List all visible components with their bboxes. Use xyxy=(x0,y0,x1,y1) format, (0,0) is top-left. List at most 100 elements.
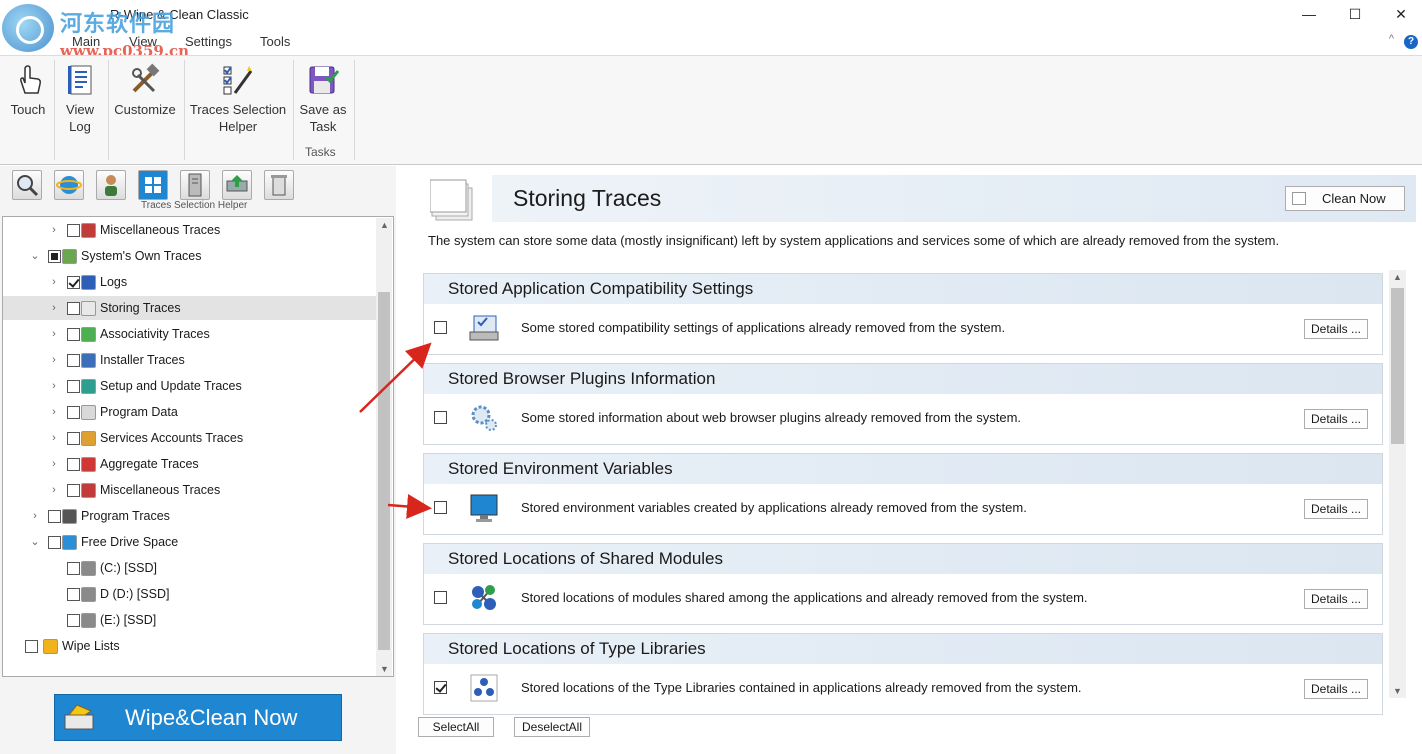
help-icon[interactable]: ? xyxy=(1404,35,1418,49)
expand-chevron-icon[interactable]: › xyxy=(48,296,60,320)
tree-node-label: Installer Traces xyxy=(100,353,185,367)
tree-node-icon xyxy=(81,431,96,446)
tree-checkbox[interactable] xyxy=(67,354,80,367)
tree-node[interactable]: › Program Data xyxy=(3,400,373,424)
traces-helper-button[interactable]: Traces Selection Helper xyxy=(189,60,287,135)
windows-icon[interactable] xyxy=(138,170,168,200)
tree-node-label: Wipe Lists xyxy=(62,639,120,653)
wipe-clean-now-button[interactable]: Wipe&Clean Now xyxy=(54,694,342,741)
tree-checkbox[interactable] xyxy=(67,484,80,497)
tree-checkbox[interactable] xyxy=(67,432,80,445)
tree-node[interactable]: › Miscellaneous Traces xyxy=(3,218,373,242)
maximize-button[interactable]: ☐ xyxy=(1332,0,1378,28)
menu-settings[interactable]: Settings xyxy=(185,34,232,49)
collapse-chevron-icon[interactable]: ⌄ xyxy=(29,530,41,554)
select-all-button[interactable]: SelectAll xyxy=(418,717,494,737)
recycle-icon[interactable] xyxy=(264,170,294,200)
tree-node[interactable]: › Program Traces xyxy=(3,504,373,528)
group-title: Stored Locations of Shared Modules xyxy=(424,544,1382,574)
clean-now-button[interactable]: Clean Now xyxy=(1285,186,1405,211)
tree-node[interactable]: › Associativity Traces xyxy=(3,322,373,346)
tree-checkbox[interactable] xyxy=(67,302,80,315)
tree-checkbox[interactable] xyxy=(67,614,80,627)
expand-chevron-icon[interactable]: › xyxy=(48,452,60,476)
group-checkbox[interactable] xyxy=(434,681,447,694)
customize-label: Customize xyxy=(114,102,176,117)
drive-icon[interactable] xyxy=(222,170,252,200)
tree-checkbox[interactable] xyxy=(67,380,80,393)
traces-helper-caption: Traces Selection Helper xyxy=(141,200,248,211)
tree-node[interactable]: › Setup and Update Traces xyxy=(3,374,373,398)
details-button[interactable]: Details ... xyxy=(1304,409,1368,429)
tree-node-icon xyxy=(81,353,96,368)
close-button[interactable]: ✕ xyxy=(1378,0,1422,28)
tree-node[interactable]: (C:) [SSD] xyxy=(3,556,373,580)
tree-node-label: Services Accounts Traces xyxy=(100,431,244,445)
tree-checkbox[interactable] xyxy=(67,562,80,575)
tree-checkbox[interactable] xyxy=(67,328,80,341)
tree-node-icon xyxy=(81,457,96,472)
tree-node[interactable]: D (D:) [SSD] xyxy=(3,582,373,606)
tree-node-label: (E:) [SSD] xyxy=(100,613,157,627)
search-traces-icon[interactable] xyxy=(12,170,42,200)
tree-node[interactable]: › Aggregate Traces xyxy=(3,452,373,476)
save-as-task-button[interactable]: Save as Task xyxy=(298,60,348,135)
tree-node[interactable]: (E:) [SSD] xyxy=(3,608,373,632)
expand-chevron-icon[interactable]: › xyxy=(48,478,60,502)
tree-node[interactable]: › Storing Traces xyxy=(3,296,376,320)
internet-icon[interactable] xyxy=(54,170,84,200)
tree-checkbox[interactable] xyxy=(48,250,61,263)
ribbon-separator xyxy=(54,60,55,160)
expand-chevron-icon[interactable]: › xyxy=(48,374,60,398)
tree-checkbox[interactable] xyxy=(48,510,61,523)
tree-node[interactable]: ⌄ System's Own Traces xyxy=(3,244,373,268)
details-button[interactable]: Details ... xyxy=(1304,679,1368,699)
tree-node[interactable]: › Installer Traces xyxy=(3,348,373,372)
tree-node-label: Program Traces xyxy=(81,509,170,523)
expand-chevron-icon[interactable]: › xyxy=(48,426,60,450)
group-checkbox[interactable] xyxy=(434,321,447,334)
tree-node[interactable]: › Miscellaneous Traces xyxy=(3,478,373,502)
tree-checkbox[interactable] xyxy=(48,536,61,549)
deselect-all-button[interactable]: DeselectAll xyxy=(514,717,590,737)
tree-checkbox[interactable] xyxy=(67,406,80,419)
tree-node[interactable]: Wipe Lists xyxy=(3,634,373,658)
content-scroll-thumb[interactable] xyxy=(1391,288,1404,444)
gears-icon xyxy=(468,402,500,434)
tree-checkbox[interactable] xyxy=(67,458,80,471)
ribbon-collapse-icon[interactable]: ^ xyxy=(1389,33,1394,45)
customize-button[interactable]: Customize xyxy=(113,60,177,118)
tree-node[interactable]: ⌄ Free Drive Space xyxy=(3,530,373,554)
trace-group: Stored Environment Variables Stored envir… xyxy=(423,453,1383,535)
content-scrollbar[interactable]: ▲ ▼ xyxy=(1389,270,1406,698)
traces-tree[interactable]: › Miscellaneous Traces ⌄ System's Own Trace… xyxy=(2,216,394,677)
expand-chevron-icon[interactable]: › xyxy=(48,348,60,372)
tree-checkbox[interactable] xyxy=(67,588,80,601)
details-button[interactable]: Details ... xyxy=(1304,589,1368,609)
expand-chevron-icon[interactable]: › xyxy=(48,400,60,424)
tree-checkbox[interactable] xyxy=(67,224,80,237)
view-log-button[interactable]: View Log xyxy=(60,60,100,135)
group-checkbox[interactable] xyxy=(434,411,447,424)
expand-chevron-icon[interactable]: › xyxy=(48,270,60,294)
tree-node[interactable]: › Logs xyxy=(3,270,373,294)
tree-checkbox[interactable] xyxy=(25,640,38,653)
group-checkbox[interactable] xyxy=(434,591,447,604)
collapse-chevron-icon[interactable]: ⌄ xyxy=(29,244,41,268)
user-icon[interactable] xyxy=(96,170,126,200)
tree-node[interactable]: › Services Accounts Traces xyxy=(3,426,373,450)
minimize-button[interactable]: — xyxy=(1286,0,1332,28)
expand-chevron-icon[interactable]: › xyxy=(48,218,60,242)
tree-scroll-thumb[interactable] xyxy=(378,292,390,650)
tree-node-icon xyxy=(81,275,96,290)
details-button[interactable]: Details ... xyxy=(1304,319,1368,339)
tree-checkbox[interactable] xyxy=(67,276,80,289)
details-button[interactable]: Details ... xyxy=(1304,499,1368,519)
expand-chevron-icon[interactable]: › xyxy=(48,322,60,346)
server-icon[interactable] xyxy=(180,170,210,200)
tree-scrollbar[interactable]: ▲ ▼ xyxy=(376,218,392,676)
group-checkbox[interactable] xyxy=(434,501,447,514)
menu-tools[interactable]: Tools xyxy=(260,34,290,49)
touch-button[interactable]: Touch xyxy=(6,60,50,118)
expand-chevron-icon[interactable]: › xyxy=(29,504,41,528)
